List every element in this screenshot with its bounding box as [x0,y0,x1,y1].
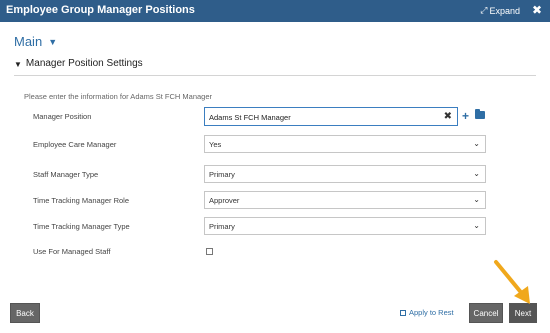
expand-button[interactable]: ⤢ Expand [480,5,520,16]
checkbox-icon [400,309,406,316]
expand-label: Expand [489,5,520,16]
window-titlebar: Employee Group Manager Positions ⤢ Expan… [0,0,550,22]
employee-care-manager-select[interactable]: Yes ⌄ [204,135,486,153]
time-tracking-manager-role-select[interactable]: Approver ⌄ [204,191,486,209]
employee-care-manager-label: Employee Care Manager [33,140,117,149]
collapse-triangle-icon: ▼ [14,60,22,69]
main-menu-label: Main [14,34,43,49]
instruction-text: Please enter the information for Adams S… [24,92,213,101]
apply-to-rest-label: Apply to Rest [409,308,454,317]
folder-icon[interactable] [475,109,485,119]
caret-down-icon: ▼ [48,36,58,47]
section-title: Manager Position Settings [25,58,143,69]
staff-manager-type-label: Staff Manager Type [33,170,99,179]
time-tracking-manager-type-value: Primary [209,222,235,231]
chevron-down-icon: ⌄ [473,139,480,148]
time-tracking-manager-role-value: Approver [209,196,240,205]
pointer-arrow-icon [494,260,530,304]
close-icon[interactable]: ✖ [532,3,542,17]
staff-manager-type-select[interactable]: Primary ⌄ [204,165,486,183]
use-for-managed-staff-label: Use For Managed Staff [33,247,111,256]
chevron-down-icon: ⌄ [473,195,480,204]
chevron-down-icon: ⌄ [473,221,480,230]
apply-to-rest-toggle[interactable]: Apply to Rest [400,308,454,317]
staff-manager-type-value: Primary [209,170,235,179]
time-tracking-manager-type-label: Time Tracking Manager Type [33,222,130,231]
time-tracking-manager-role-label: Time Tracking Manager Role [33,196,130,205]
employee-care-manager-value: Yes [209,140,222,149]
window-title: Employee Group Manager Positions [6,4,195,16]
clear-icon[interactable]: ✖ [444,111,452,122]
use-for-managed-staff-checkbox[interactable] [206,248,213,255]
expand-icon: ⤢ [480,5,488,15]
time-tracking-manager-type-select[interactable]: Primary ⌄ [204,217,486,235]
manager-position-input[interactable]: Adams St FCH Manager ✖ [204,107,458,126]
add-icon[interactable]: + [462,109,469,123]
back-button[interactable]: Back [10,303,40,323]
manager-position-value: Adams St FCH Manager [209,113,291,122]
chevron-down-icon: ⌄ [473,169,480,178]
section-header-manager-position-settings[interactable]: ▼ Manager Position Settings [14,58,536,76]
main-menu-dropdown[interactable]: Main ▼ [14,34,57,49]
manager-position-label: Manager Position [33,112,92,121]
